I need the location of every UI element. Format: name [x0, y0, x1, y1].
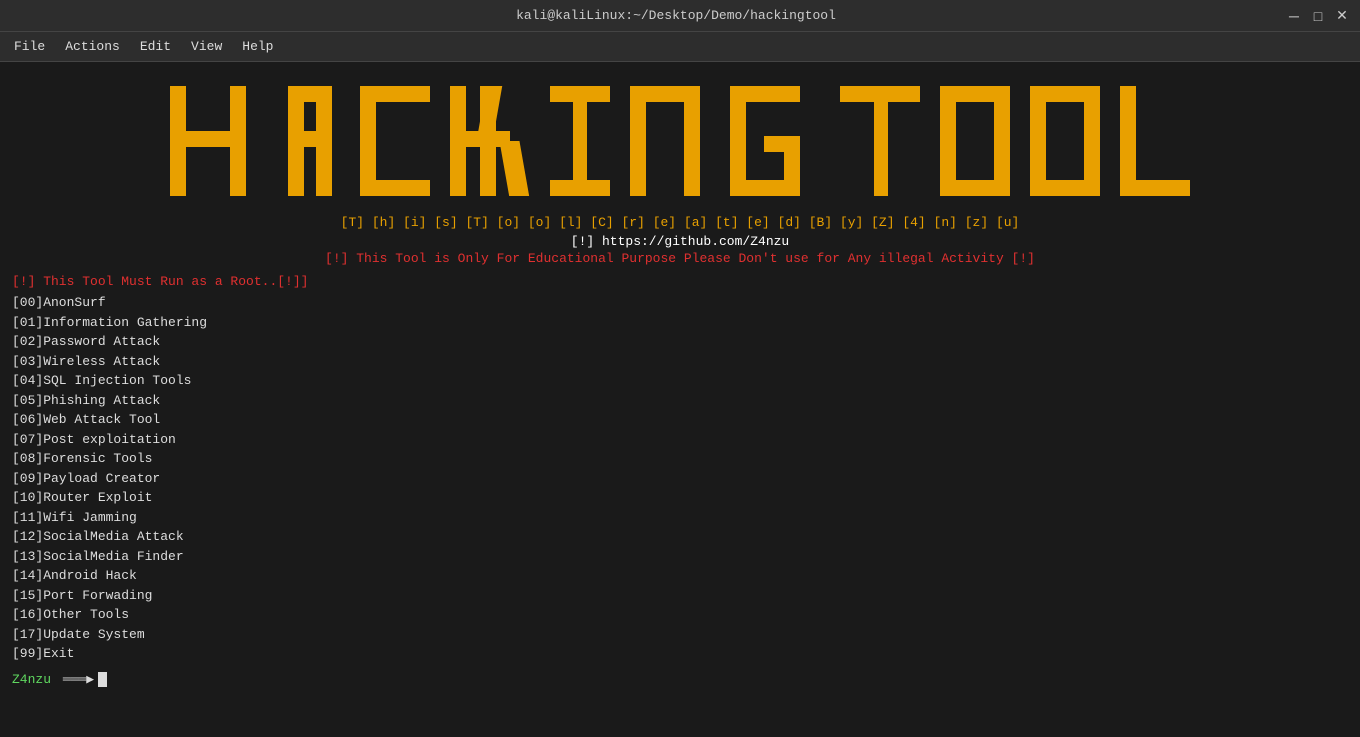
close-button[interactable]: ✕ — [1332, 6, 1352, 26]
menu-help[interactable]: Help — [232, 35, 283, 58]
prompt-username: Z4nzu — [12, 672, 51, 687]
menu-item-00[interactable]: [00]AnonSurf — [12, 293, 1348, 313]
menu-list: [00]AnonSurf [01]Information Gathering [… — [12, 293, 1348, 664]
prompt-arrow: ═══▶ — [55, 672, 94, 687]
menu-item-16[interactable]: [16]Other Tools — [12, 605, 1348, 625]
maximize-button[interactable]: □ — [1308, 6, 1328, 26]
hacking-tool-svg — [160, 76, 1200, 206]
menu-actions[interactable]: Actions — [55, 35, 130, 58]
ascii-art-banner — [12, 76, 1348, 211]
menu-item-15[interactable]: [15]Port Forwading — [12, 586, 1348, 606]
subtitle-chars: [T] [h] [i] [s] [T] [o] [o] [l] [C] [r] … — [12, 215, 1348, 230]
menu-item-10[interactable]: [10]Router Exploit — [12, 488, 1348, 508]
menu-item-04[interactable]: [04]SQL Injection Tools — [12, 371, 1348, 391]
menu-bar: File Actions Edit View Help — [0, 32, 1360, 62]
github-link: [!] https://github.com/Z4nzu — [12, 234, 1348, 249]
menu-item-99[interactable]: [99]Exit — [12, 644, 1348, 664]
menu-item-09[interactable]: [09]Payload Creator — [12, 469, 1348, 489]
menu-edit[interactable]: Edit — [130, 35, 181, 58]
menu-item-14[interactable]: [14]Android Hack — [12, 566, 1348, 586]
menu-item-05[interactable]: [05]Phishing Attack — [12, 391, 1348, 411]
menu-item-01[interactable]: [01]Information Gathering — [12, 313, 1348, 333]
window-title: kali@kaliLinux:~/Desktop/Demo/hackingtoo… — [68, 8, 1284, 23]
menu-item-06[interactable]: [06]Web Attack Tool — [12, 410, 1348, 430]
menu-item-12[interactable]: [12]SocialMedia Attack — [12, 527, 1348, 547]
cursor-block — [98, 672, 107, 687]
terminal-window: kali@kaliLinux:~/Desktop/Demo/hackingtoo… — [0, 0, 1360, 737]
window-controls: ─ □ ✕ — [1284, 6, 1352, 26]
warning-text: [!] This Tool is Only For Educational Pu… — [12, 251, 1348, 266]
menu-item-03[interactable]: [03]Wireless Attack — [12, 352, 1348, 372]
menu-item-02[interactable]: [02]Password Attack — [12, 332, 1348, 352]
menu-file[interactable]: File — [4, 35, 55, 58]
root-warning: [!] This Tool Must Run as a Root..[!]] — [12, 274, 1348, 289]
prompt-line[interactable]: Z4nzu ═══▶ — [12, 672, 1348, 687]
minimize-button[interactable]: ─ — [1284, 6, 1304, 26]
title-bar: kali@kaliLinux:~/Desktop/Demo/hackingtoo… — [0, 0, 1360, 32]
menu-item-13[interactable]: [13]SocialMedia Finder — [12, 547, 1348, 567]
menu-item-11[interactable]: [11]Wifi Jamming — [12, 508, 1348, 528]
terminal-content[interactable]: [T] [h] [i] [s] [T] [o] [o] [l] [C] [r] … — [0, 62, 1360, 737]
menu-item-07[interactable]: [07]Post exploitation — [12, 430, 1348, 450]
menu-view[interactable]: View — [181, 35, 232, 58]
menu-item-08[interactable]: [08]Forensic Tools — [12, 449, 1348, 469]
menu-item-17[interactable]: [17]Update System — [12, 625, 1348, 645]
